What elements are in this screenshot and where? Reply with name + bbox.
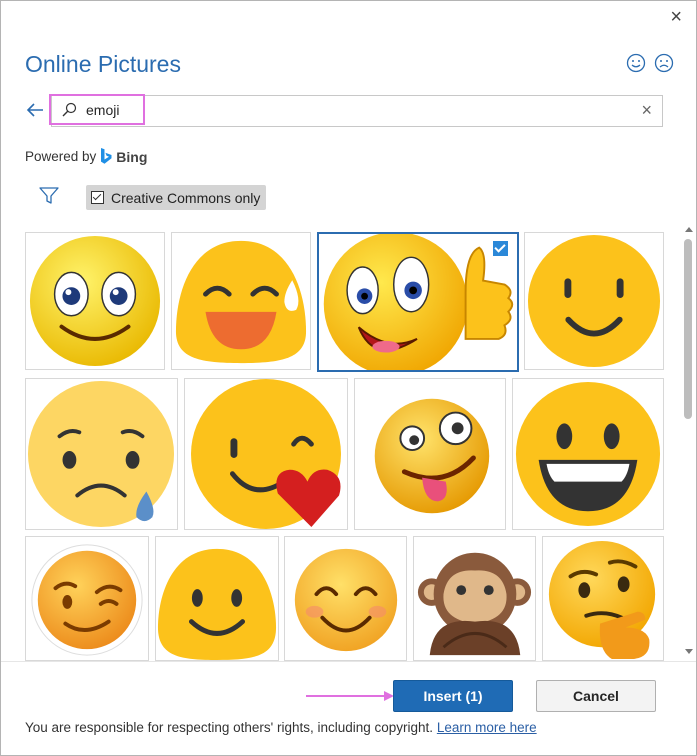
bing-brand: Bing <box>116 148 148 165</box>
emoji-zany-face-image <box>374 398 490 514</box>
image-tile-grinning-face[interactable] <box>512 378 664 530</box>
emoji-laughing-blob-image <box>175 240 307 364</box>
scroll-thumb[interactable] <box>684 239 692 419</box>
image-tile-smiling-blob[interactable] <box>155 536 279 661</box>
back-arrow-icon[interactable] <box>25 100 45 120</box>
cancel-button[interactable]: Cancel <box>536 680 656 712</box>
image-tile-thumbs-up-selected[interactable] <box>317 232 519 372</box>
emoji-thumbs-up-image <box>323 234 514 370</box>
frown-feedback-icon[interactable] <box>654 53 674 73</box>
creative-commons-label: Creative Commons only <box>111 189 261 206</box>
insert-button[interactable]: Insert (1) <box>393 680 513 712</box>
footer-divider <box>1 661 696 662</box>
selected-check-icon <box>492 240 509 257</box>
copyright-notice-text: You are responsible for respecting other… <box>25 720 434 735</box>
search-input[interactable] <box>86 102 606 118</box>
scroll-up-arrow-icon[interactable] <box>685 227 693 232</box>
emoji-winking-face-image <box>31 544 143 656</box>
scroll-down-arrow-icon[interactable] <box>685 649 693 654</box>
checkbox-checked-icon[interactable] <box>91 191 104 204</box>
emoji-monkey-image <box>417 552 532 656</box>
image-tile-yellow-smiley[interactable] <box>25 232 165 370</box>
clear-search-button[interactable]: × <box>641 101 652 119</box>
emoji-sad-tear-image <box>27 380 175 528</box>
filter-icon[interactable] <box>39 187 59 205</box>
image-tile-speak-no-evil-monkey[interactable] <box>413 536 536 661</box>
image-tile-sad-tear[interactable] <box>25 378 178 530</box>
search-highlight-annotation <box>49 94 145 125</box>
image-tile-smiling-eyes[interactable] <box>284 536 407 661</box>
annotation-arrow-icon <box>306 691 394 701</box>
emoji-smiling-blob-image <box>157 548 277 660</box>
image-tile-winking-face[interactable] <box>25 536 149 661</box>
image-tile-thinking-face[interactable] <box>542 536 664 661</box>
image-tile-zany-face[interactable] <box>354 378 506 530</box>
dialog-title: Online Pictures <box>25 51 181 77</box>
learn-more-link[interactable]: Learn more here <box>437 720 537 735</box>
online-pictures-dialog: × Online Pictures × Powered by Bing Crea… <box>0 0 697 756</box>
footer-notice: You are responsible for respecting other… <box>25 720 537 735</box>
close-button[interactable]: × <box>670 7 682 27</box>
emoji-grinning-face-image <box>515 381 661 527</box>
emoji-smiling-eyes-image <box>294 548 398 652</box>
image-tile-laughing-blob[interactable] <box>171 232 311 370</box>
smile-feedback-icon[interactable] <box>626 53 646 73</box>
emoji-wink-heart-image <box>191 379 341 529</box>
image-results-grid <box>21 229 671 661</box>
powered-by-text: Powered by <box>25 149 97 164</box>
emoji-yellow-smiley-image <box>29 235 161 367</box>
bing-logo-icon <box>101 148 112 164</box>
emoji-simple-smiley-image <box>527 234 661 368</box>
image-tile-simple-smiley[interactable] <box>524 232 664 370</box>
creative-commons-checkbox[interactable]: Creative Commons only <box>86 185 267 210</box>
powered-by-bing: Powered by Bing <box>25 148 147 165</box>
emoji-thinking-face-image <box>548 540 656 659</box>
image-tile-wink-heart[interactable] <box>184 378 348 530</box>
